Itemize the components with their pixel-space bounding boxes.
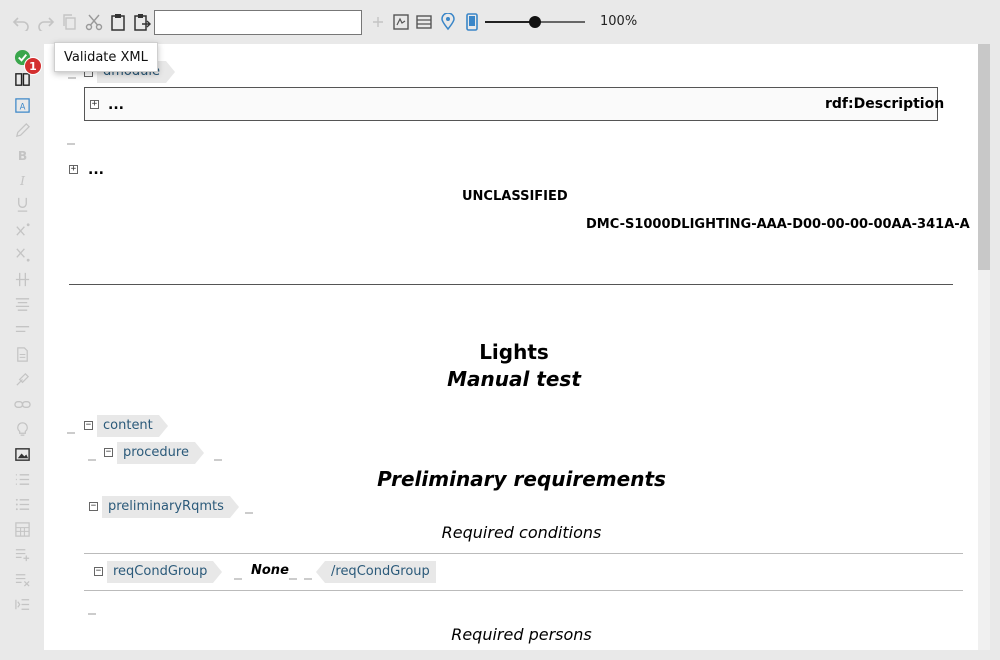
error-count-badge: 1 <box>24 57 42 75</box>
redo-icon[interactable] <box>36 12 56 32</box>
dash-marker <box>245 512 253 514</box>
svg-text:I: I <box>19 174 26 188</box>
toolbar: 100% <box>0 0 1000 44</box>
bullet-list-icon[interactable] <box>12 494 32 514</box>
text-frame-icon[interactable]: A <box>12 95 32 115</box>
preliminary-requirements-heading: Preliminary requirements <box>377 467 666 491</box>
paste-special-icon[interactable] <box>132 12 152 32</box>
underline-icon[interactable] <box>12 194 32 214</box>
divider <box>84 553 963 554</box>
document-icon[interactable] <box>12 344 32 364</box>
security-classification: UNCLASSIFIED <box>462 189 568 204</box>
pencil-icon[interactable] <box>12 120 32 140</box>
collapse-toggle[interactable]: − <box>104 448 113 457</box>
required-conditions-heading: Required conditions <box>441 523 602 542</box>
dash-marker <box>88 459 96 461</box>
insert-element-icon[interactable] <box>391 12 411 32</box>
req-cond-none: None <box>251 563 289 578</box>
document-editor[interactable]: − dmodule + ... rdf:Description + ... UN… <box>44 44 990 650</box>
zoom-level: 100% <box>600 14 638 29</box>
dash-marker <box>67 432 75 434</box>
dash-marker <box>304 578 312 580</box>
expand-toggle[interactable]: + <box>90 100 99 109</box>
remove-row-icon[interactable] <box>12 569 32 589</box>
lightbulb-icon[interactable] <box>12 419 32 439</box>
ident-ellipsis: ... <box>88 162 104 178</box>
add-row-icon[interactable] <box>12 544 32 564</box>
numbered-list-icon[interactable] <box>12 469 32 489</box>
image-icon[interactable] <box>12 444 32 464</box>
description-ellipsis: ... <box>108 97 124 113</box>
collapse-toggle[interactable]: − <box>89 502 98 511</box>
search-input[interactable] <box>154 10 362 35</box>
indent-icon[interactable] <box>12 594 32 614</box>
preliminary-rqmts-tag[interactable]: preliminaryRqmts <box>102 496 239 518</box>
vertical-scrollbar[interactable] <box>978 44 990 650</box>
req-cond-group-tag[interactable]: reqCondGroup <box>107 561 223 583</box>
divider <box>84 590 963 591</box>
description-box <box>84 87 938 121</box>
expand-toggle[interactable]: + <box>69 165 78 174</box>
zoom-slider-thumb[interactable] <box>529 16 541 28</box>
scrollbar-thumb[interactable] <box>978 44 990 270</box>
subscript-icon[interactable] <box>12 244 32 264</box>
procedure-tag[interactable]: procedure <box>117 442 204 464</box>
align-icon[interactable] <box>12 294 32 314</box>
left-toolbar: A B I <box>0 44 44 660</box>
description-label: rdf:Description <box>825 96 945 112</box>
dash-marker <box>88 613 96 615</box>
document-subtitle: Manual test <box>447 367 581 391</box>
italic-icon[interactable]: I <box>12 170 32 190</box>
paragraph-icon[interactable] <box>12 319 32 339</box>
data-module-code: DMC-S1000DLIGHTING-AAA-D00-00-00-00AA-34… <box>586 217 970 232</box>
tools-icon[interactable] <box>12 369 32 389</box>
document-title: Lights <box>479 340 549 364</box>
table-icon[interactable] <box>12 519 32 539</box>
dash-marker <box>68 77 76 79</box>
divider <box>69 284 953 285</box>
paste-icon[interactable] <box>108 12 128 32</box>
content-tag[interactable]: content <box>97 415 168 437</box>
validate-xml-tooltip: Validate XML <box>54 42 158 72</box>
layout-icon[interactable] <box>414 12 434 32</box>
req-cond-group-close-tag[interactable]: /reqCondGroup <box>316 561 436 583</box>
link-icon[interactable] <box>12 394 32 414</box>
dash-marker <box>214 459 222 461</box>
undo-icon[interactable] <box>11 12 31 32</box>
mobile-preview-icon[interactable] <box>462 12 482 32</box>
required-persons-heading: Required persons <box>451 625 592 644</box>
collapse-toggle[interactable]: − <box>84 421 93 430</box>
superscript-icon[interactable] <box>12 219 32 239</box>
dash-marker <box>67 143 75 145</box>
collapse-toggle[interactable]: − <box>94 567 103 576</box>
zoom-fill <box>485 21 535 23</box>
add-icon[interactable] <box>368 12 388 32</box>
bold-icon[interactable]: B <box>12 145 32 165</box>
dash-marker <box>289 578 297 580</box>
svg-text:A: A <box>19 102 25 112</box>
cut-icon[interactable] <box>84 12 104 32</box>
split-icon[interactable] <box>12 269 32 289</box>
location-icon[interactable] <box>438 12 458 32</box>
copy-icon[interactable] <box>60 12 80 32</box>
dash-marker <box>234 578 242 580</box>
svg-text:B: B <box>17 149 26 163</box>
